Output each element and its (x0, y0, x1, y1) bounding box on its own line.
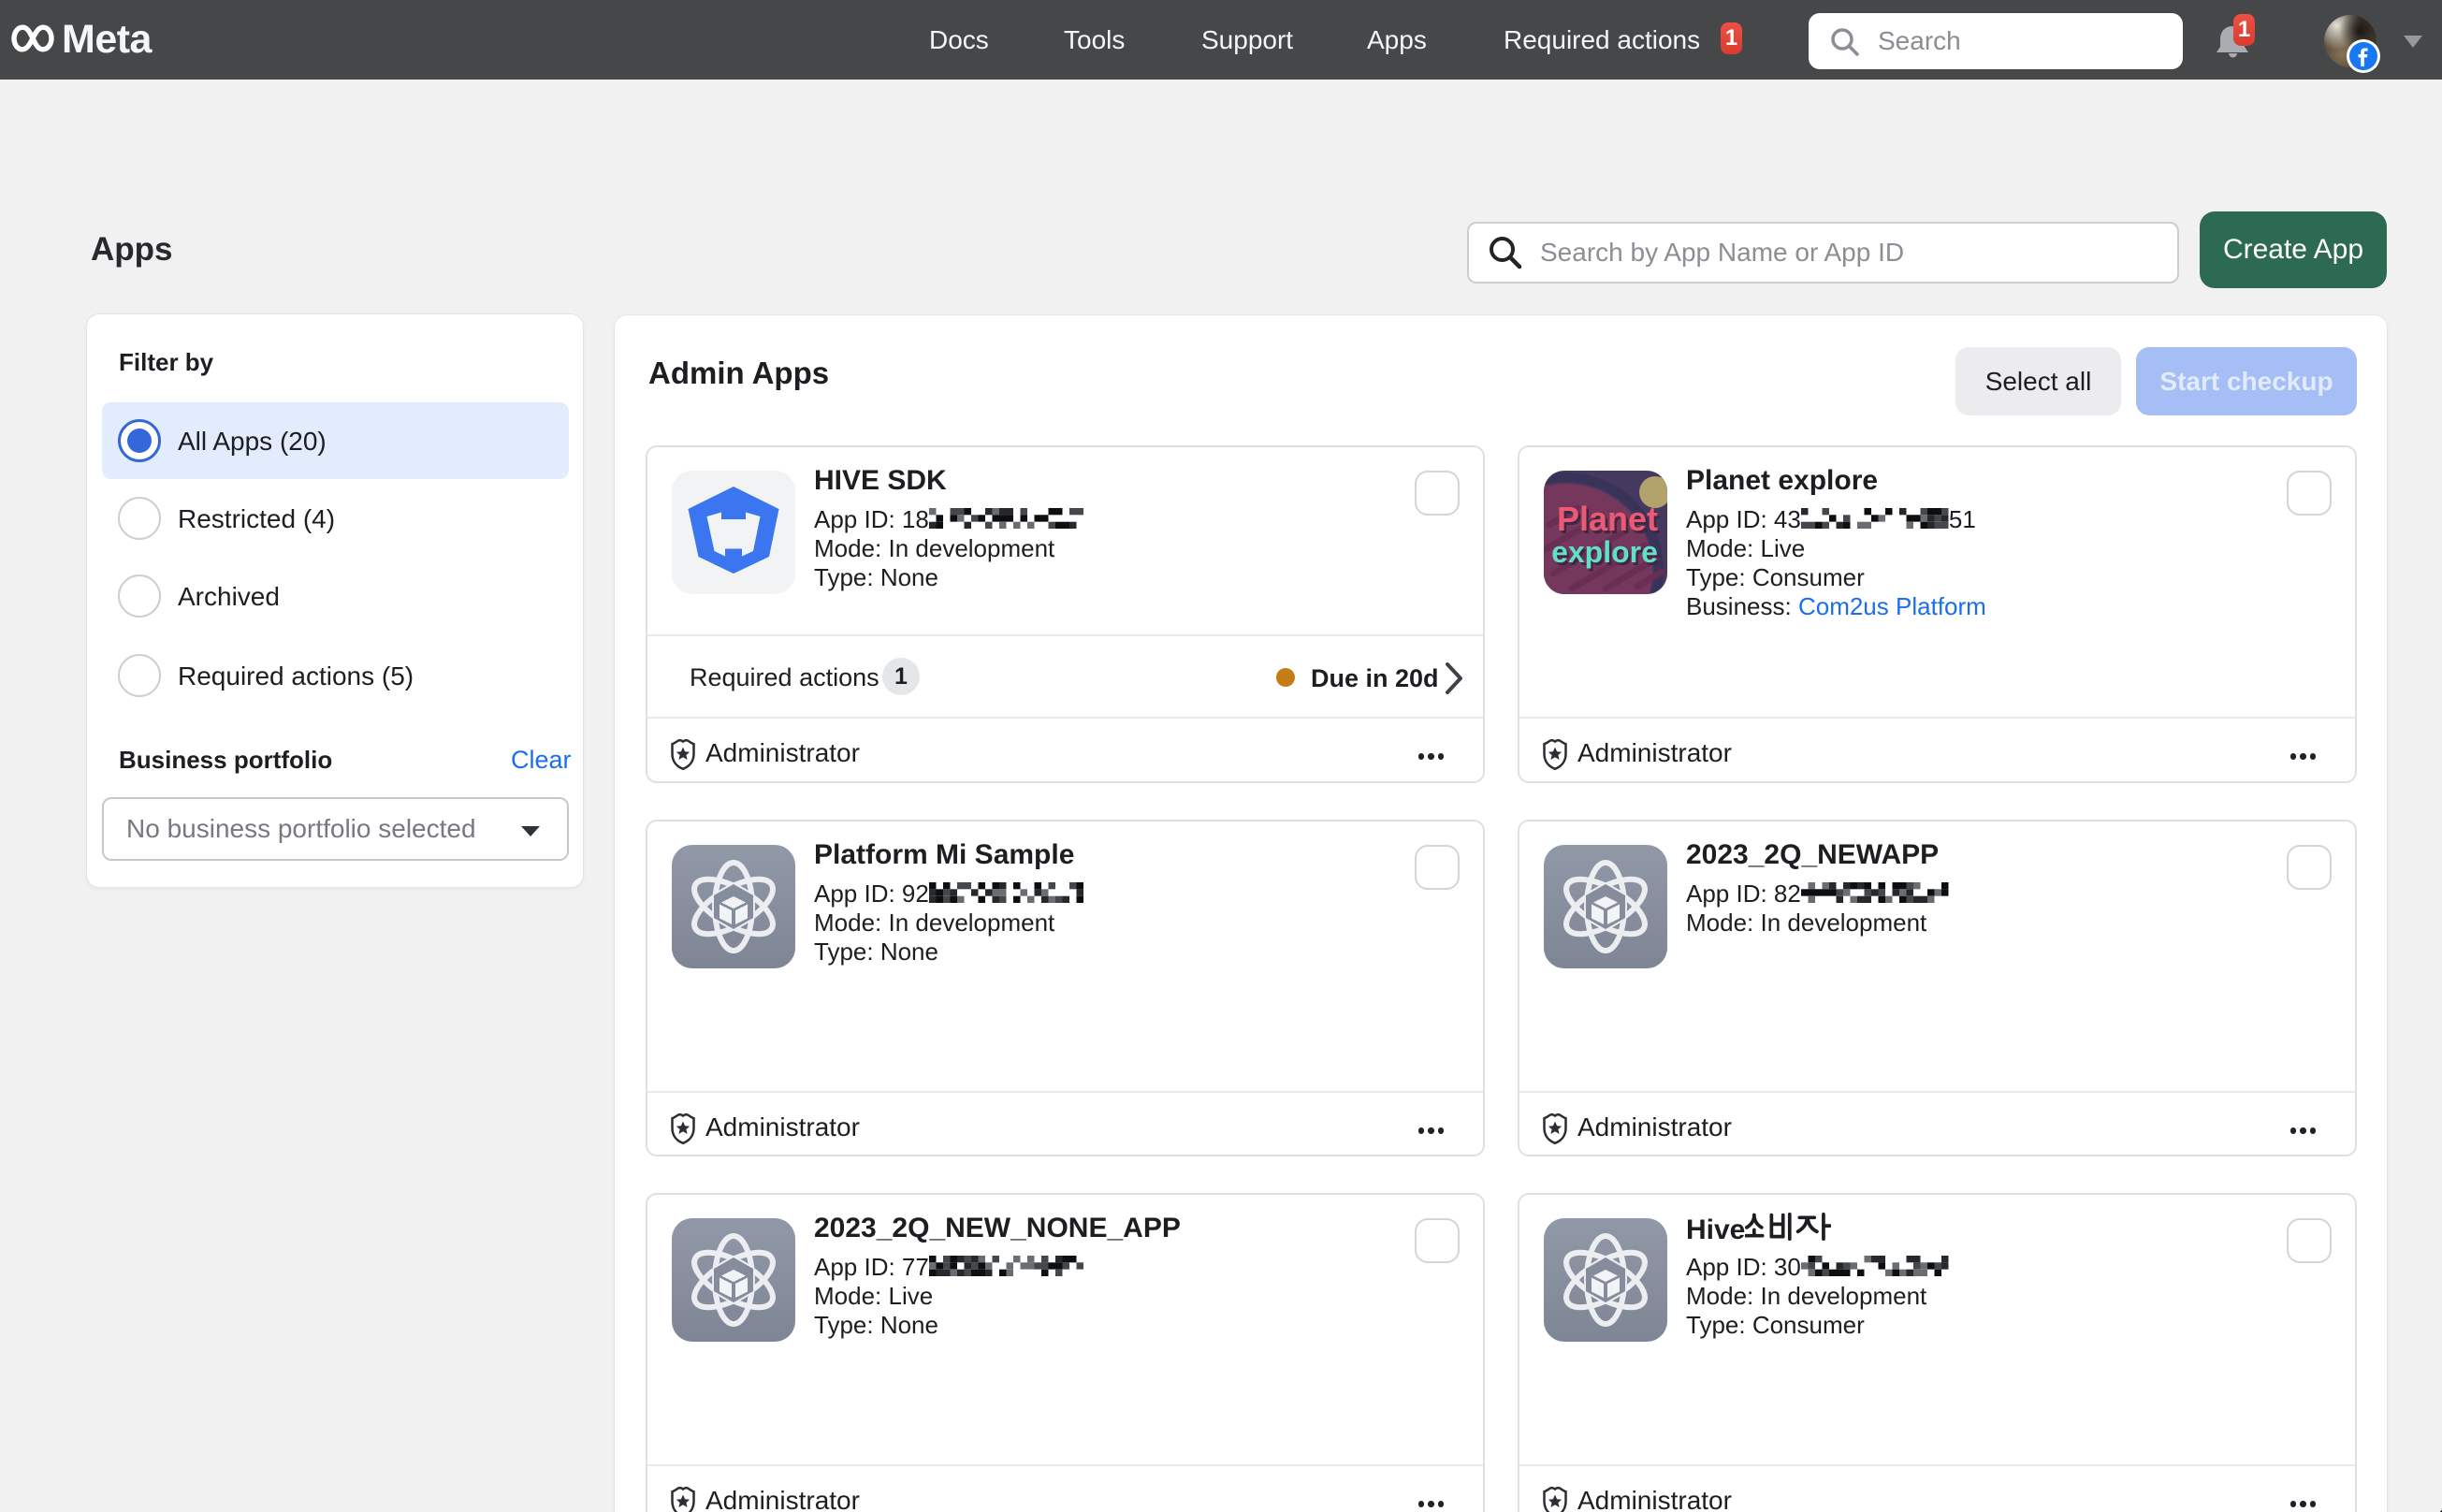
svg-text:Planet: Planet (1557, 500, 1658, 538)
svg-text:explore: explore (1551, 535, 1658, 569)
